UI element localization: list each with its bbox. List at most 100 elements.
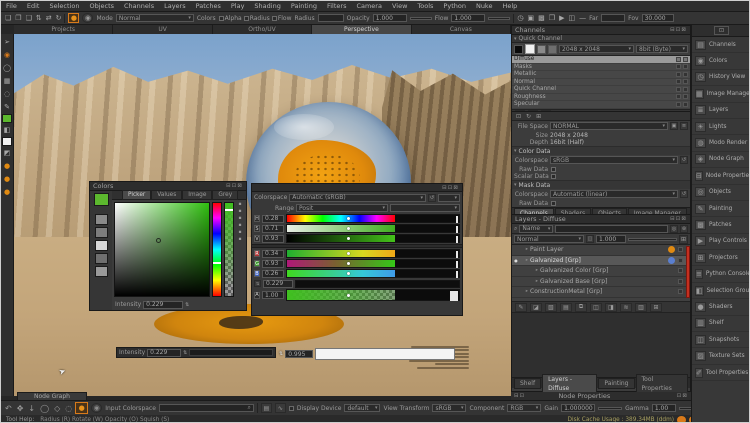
- brush-preset-3[interactable]: ●: [1, 186, 14, 198]
- menu-view[interactable]: View: [387, 2, 412, 10]
- layer-opacity-field[interactable]: 1.000: [596, 235, 626, 243]
- floating-value-stepper[interactable]: ⇅: [279, 351, 283, 357]
- floating-value-bar[interactable]: [315, 348, 455, 360]
- cursor-tool-icon[interactable]: ➢: [1, 36, 14, 48]
- channel-visibility-toggle[interactable]: [676, 57, 681, 62]
- transform-tool-icon[interactable]: ◯: [1, 62, 14, 74]
- slider-handle[interactable]: [347, 227, 350, 230]
- circle-select-icon[interactable]: ◯: [40, 404, 49, 413]
- slider-value-s[interactable]: 0.71: [262, 225, 284, 233]
- display-device-dropdown[interactable]: default▾: [344, 404, 380, 412]
- slider-bar-h[interactable]: [286, 214, 460, 223]
- layer-expand-arrow[interactable]: ▸: [520, 279, 538, 284]
- layer-expand-arrow[interactable]: ▸: [520, 258, 528, 263]
- sidebar-item-shaders[interactable]: ●Shaders: [692, 299, 750, 315]
- color-data-header[interactable]: Color Data: [519, 148, 551, 155]
- active-color-swatch[interactable]: [94, 193, 109, 206]
- slider-bar-r[interactable]: [286, 249, 460, 258]
- channel-visibility-toggle[interactable]: [676, 72, 681, 77]
- color-swatch[interactable]: [95, 266, 108, 277]
- curve-icon[interactable]: ∿: [275, 403, 286, 413]
- brush-preset-2[interactable]: ●: [1, 173, 14, 185]
- opacity-slider[interactable]: [410, 17, 432, 20]
- smudge-tool-icon[interactable]: ◌: [1, 88, 14, 100]
- eraser-tool-button[interactable]: ◉: [82, 13, 93, 23]
- mask-icon[interactable]: ◨: [605, 303, 617, 312]
- select-tool-icon[interactable]: ◉: [1, 49, 14, 61]
- merge-icon[interactable]: ⧉: [575, 303, 587, 312]
- channel-lock-toggle[interactable]: [683, 87, 688, 92]
- channel-lock-toggle[interactable]: [683, 79, 688, 84]
- menu-objects[interactable]: Objects: [84, 2, 119, 10]
- slider-handle[interactable]: [347, 217, 350, 220]
- checkbox-alpha[interactable]: [219, 16, 224, 21]
- menu-selection[interactable]: Selection: [44, 2, 84, 10]
- channel-row[interactable]: Masks: [512, 64, 690, 72]
- slider-bar-s[interactable]: [286, 224, 460, 233]
- gamma-field[interactable]: 1.00: [652, 404, 676, 412]
- layer-visibility-toggle[interactable]: [678, 289, 683, 294]
- colorspace-reset-button[interactable]: ↺: [428, 194, 436, 202]
- gain-slider[interactable]: [598, 407, 622, 410]
- menu-nuke[interactable]: Nuke: [471, 2, 498, 10]
- menu-shading[interactable]: Shading: [249, 2, 285, 10]
- sidebar-item-tool-properties[interactable]: ✐Tool Properties: [692, 365, 750, 381]
- menu-help[interactable]: Help: [497, 2, 522, 10]
- floating-intensity-bar[interactable]: [189, 349, 273, 356]
- checkbox-flow[interactable]: [272, 16, 277, 21]
- range-dropdown[interactable]: Posit▾: [296, 204, 388, 212]
- save-project-icon[interactable]: ❑: [26, 14, 32, 22]
- slider-handle[interactable]: [347, 237, 350, 240]
- alpha-strip[interactable]: [224, 202, 234, 297]
- colorspace-prop-reset[interactable]: ↺: [680, 156, 688, 164]
- channel-depth-dropdown[interactable]: 8bit (Byte)▾: [636, 45, 688, 53]
- sidebar-item-patches[interactable]: ▩Patches: [692, 217, 750, 233]
- sidebar-item-node-graph[interactable]: ◈Node Graph: [692, 152, 750, 168]
- picker-side-buttons[interactable]: ▪▪▪▪▪▪: [236, 202, 244, 297]
- layers-window-controls[interactable]: ⊟⊡⊠: [670, 216, 687, 222]
- colors-tab-values[interactable]: Values: [151, 190, 182, 200]
- colorspace-dropdown[interactable]: Automatic (sRGB)▾: [289, 194, 426, 202]
- paint-tool-button[interactable]: ●: [68, 13, 79, 23]
- diamond-node-icon[interactable]: ◇: [54, 404, 60, 413]
- intensity-stepper[interactable]: ⇅: [185, 302, 189, 308]
- component-dropdown[interactable]: RGB▾: [507, 404, 541, 412]
- add-paint-layer-icon[interactable]: ✎: [515, 303, 527, 312]
- checker-icon[interactable]: ▩: [538, 14, 545, 22]
- floating-intensity-field[interactable]: 0.229: [147, 349, 181, 357]
- mask-raw-checkbox[interactable]: [551, 201, 556, 206]
- add-adjustment-icon[interactable]: ◪: [530, 303, 542, 312]
- new-project-icon[interactable]: ❏: [5, 14, 11, 22]
- file-space-lock-icon[interactable]: ▣: [670, 122, 678, 130]
- active-brush-button[interactable]: ●: [75, 402, 88, 414]
- slider-value-g[interactable]: 0.93: [262, 260, 284, 268]
- remove-layer-icon[interactable]: ⊞: [650, 303, 662, 312]
- sidebar-item-shelf[interactable]: ▥Shelf: [692, 316, 750, 332]
- slider-handle[interactable]: [347, 252, 350, 255]
- hue-strip[interactable]: [212, 202, 222, 297]
- export-flat-icon[interactable]: ⊞: [536, 113, 541, 120]
- add-procedural-icon[interactable]: ▧: [545, 303, 557, 312]
- sidebar-item-snapshots[interactable]: ◫Snapshots: [692, 332, 750, 348]
- paint-brush-icon[interactable]: ✎: [1, 101, 14, 113]
- sidebar-item-lights[interactable]: ☀Lights: [692, 119, 750, 135]
- slider-bar-g[interactable]: [286, 259, 460, 268]
- sidebar-item-image-manager[interactable]: ▦Image Manager: [692, 86, 750, 102]
- refresh-icon[interactable]: ↻: [526, 113, 531, 120]
- slider-value-h[interactable]: 0.28: [262, 215, 284, 223]
- layer-visibility-toggle[interactable]: [678, 258, 683, 263]
- far-field[interactable]: [601, 14, 625, 22]
- channel-row[interactable]: Roughness: [512, 94, 690, 102]
- alpha-slider[interactable]: [286, 289, 460, 301]
- color-swatch[interactable]: [95, 240, 108, 251]
- layer-visibility-toggle[interactable]: [678, 247, 683, 252]
- reload-icon[interactable]: ↻: [56, 14, 62, 22]
- sidebar-item-history-view[interactable]: ◷History View: [692, 70, 750, 86]
- slider-intensity-stepper[interactable]: ⇅: [254, 280, 261, 287]
- channel-swatch-grey1[interactable]: [537, 45, 546, 54]
- sidebar-item-channels[interactable]: ▤Channels: [692, 37, 750, 53]
- channel-lock-toggle[interactable]: [683, 72, 688, 77]
- alpha-value-field[interactable]: 1.00: [262, 291, 284, 299]
- layer-search-field[interactable]: [555, 225, 668, 233]
- colors-window-controls[interactable]: ⊟⊡⊠: [226, 183, 243, 189]
